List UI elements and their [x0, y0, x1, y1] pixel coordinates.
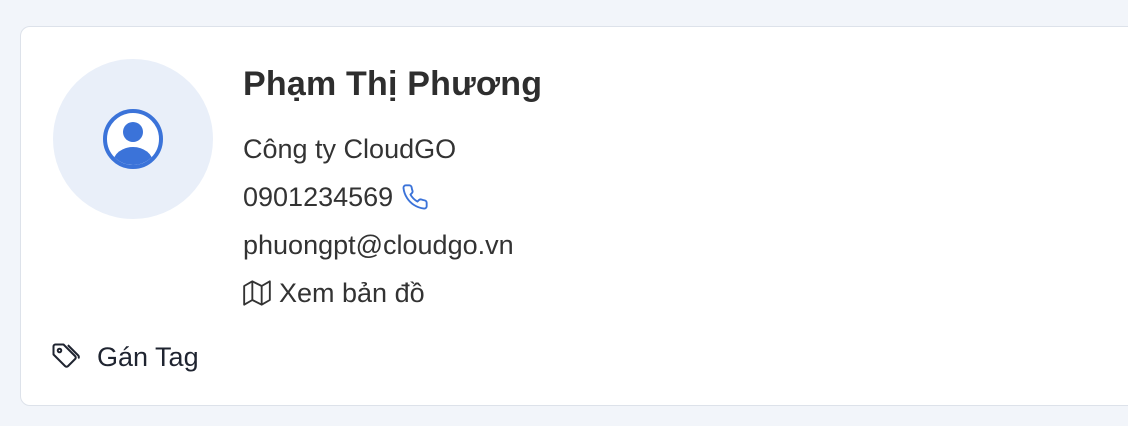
phone-icon[interactable]	[401, 183, 429, 211]
phone-row: 0901234569	[243, 173, 542, 221]
tag-icon	[51, 342, 81, 372]
contact-info: Phạm Thị Phương Công ty CloudGO 09012345…	[243, 63, 542, 317]
view-map-label: Xem bản đồ	[279, 278, 425, 308]
email-row: phuongpt@cloudgo.vn	[243, 221, 542, 269]
contact-card: Phạm Thị Phương Công ty CloudGO 09012345…	[20, 26, 1128, 406]
avatar	[53, 59, 213, 219]
view-map-link[interactable]: Xem bản đồ	[243, 269, 542, 317]
company-name: Công ty CloudGO	[243, 125, 542, 173]
assign-tag-button[interactable]: Gán Tag	[51, 335, 199, 379]
map-icon	[243, 279, 271, 307]
contact-name: Phạm Thị Phương	[243, 65, 543, 103]
phone-number: 0901234569	[243, 182, 394, 212]
company-text: Công ty CloudGO	[243, 134, 457, 164]
assign-tag-label: Gán Tag	[97, 341, 199, 372]
user-circle-icon	[103, 109, 163, 169]
email-address: phuongpt@cloudgo.vn	[243, 230, 514, 260]
